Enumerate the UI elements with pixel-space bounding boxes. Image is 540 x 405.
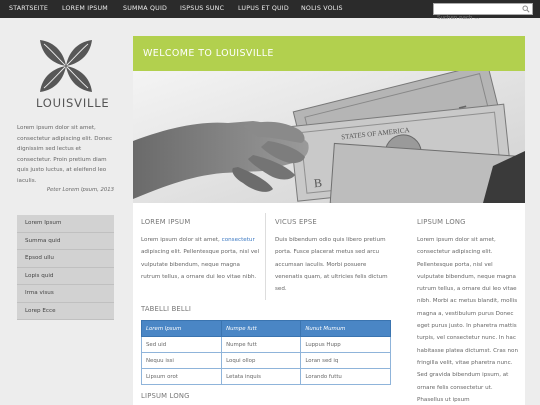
brand-name: LOUISVILLE bbox=[36, 96, 110, 110]
table-cell: Lipsum orot bbox=[140, 368, 223, 385]
nav-item-nolis-volis[interactable]: NOLIS VOLIS bbox=[301, 0, 343, 18]
sidebar-item-lopis-quid[interactable]: Lopis quid bbox=[17, 267, 114, 285]
table-cell: Loran sed iq bbox=[300, 352, 391, 369]
bottom-lipsum-long-heading: LIPSUM LONG bbox=[141, 392, 190, 400]
vicus-epse-heading: VICUS EPSE bbox=[275, 218, 317, 226]
nav-item-summa-quid[interactable]: SUMMA QUID bbox=[123, 0, 167, 18]
table-cell: Sed uid bbox=[140, 336, 223, 353]
lipsum-long-heading: LIPSUM LONG bbox=[417, 218, 466, 226]
sidebar-item-summa-quid[interactable]: Summa quid bbox=[17, 232, 114, 250]
lorem-ipsum-text-b: adipiscing elit. Pellentesque porta, nis… bbox=[141, 249, 260, 280]
table-header-row: Lorem Ipsum Numpe futt Nunut Mumum bbox=[140, 320, 391, 337]
lorem-ipsum-text-a: Lorem ipsum dolor sit amet, bbox=[141, 237, 220, 243]
nav-item-lupus-et-quid[interactable]: LUPUS ET QUID bbox=[238, 0, 289, 18]
search-input[interactable] bbox=[434, 13, 520, 23]
sidebar-item-epsod-ullu[interactable]: Epsod ullu bbox=[17, 250, 114, 268]
search-box bbox=[433, 3, 533, 23]
vicus-epse-text: Duis bibendum odio quis libero pretium p… bbox=[275, 237, 388, 293]
sidebar-item-lorep-ecce[interactable]: Lorep Ecce bbox=[17, 302, 114, 320]
lorem-ipsum-heading: LOREM IPSUM bbox=[141, 218, 191, 226]
table-header-cell: Numpe futt bbox=[221, 320, 302, 337]
hero-image: 5 STATES OF AMERICA 10 B 5 bbox=[133, 71, 525, 203]
sidebar-quote: Lorem ipsum dolor sit amet, consectetur … bbox=[17, 125, 113, 184]
lorem-ipsum-text: Lorem ipsum dolor sit amet, consectetur … bbox=[141, 234, 260, 283]
table-row: Lipsum orot Letata inquis Lorando futtu bbox=[140, 368, 391, 385]
top-navigation-bar: STARTSEITE LOREM IPSUM SUMMA QUID ISPSUS… bbox=[0, 0, 540, 23]
welcome-banner: WELCOME TO LOUISVILLE bbox=[133, 36, 525, 71]
nav-item-lorem-ipsum[interactable]: LOREM IPSUM bbox=[62, 0, 108, 18]
butterfly-logo-icon bbox=[40, 40, 92, 92]
table-row: Nequu issi Loqui ollop Loran sed iq bbox=[140, 352, 391, 369]
table-cell: Nequu issi bbox=[140, 352, 223, 369]
data-table: Lorem Ipsum Numpe futt Nunut Mumum Sed u… bbox=[140, 320, 391, 385]
sidebar-item-irma-visus[interactable]: Irma visus bbox=[17, 285, 114, 303]
svg-text:B: B bbox=[313, 176, 322, 191]
table-heading: TABELLI BELLI bbox=[141, 305, 192, 313]
sidebar-menu: Lorem Ipsum Summa quid Epsod ullu Lopis … bbox=[17, 215, 114, 320]
consectetur-link[interactable]: consectetur bbox=[222, 237, 255, 243]
table-header-cell: Nunut Mumum bbox=[300, 320, 391, 337]
table-header-cell: Lorem Ipsum bbox=[140, 320, 223, 337]
table-cell: Lorando futtu bbox=[300, 368, 391, 385]
lipsum-long-text: Lorem ipsum dolor sit amet, consectetur … bbox=[417, 237, 518, 403]
sidebar-item-lorem-ipsum[interactable]: Lorem Ipsum bbox=[17, 215, 114, 233]
table-cell: Letata inquis bbox=[221, 368, 302, 385]
table-row: Sed uid Numpe futt Luppus Hupp bbox=[140, 336, 391, 353]
table-cell: Luppus Hupp bbox=[300, 336, 391, 353]
column-divider bbox=[265, 213, 266, 300]
table-cell: Loqui ollop bbox=[221, 352, 302, 369]
welcome-title: WELCOME TO LOUISVILLE bbox=[143, 48, 274, 59]
sidebar-quote-author: Peter Lorem Ipsum, 2013 bbox=[46, 187, 114, 193]
table-cell: Numpe futt bbox=[221, 336, 302, 353]
search-icon[interactable] bbox=[522, 5, 530, 13]
nav-item-startseite[interactable]: STARTSEITE bbox=[9, 0, 48, 18]
nav-item-ispsus-sunc[interactable]: ISPSUS SUNC bbox=[180, 0, 224, 18]
